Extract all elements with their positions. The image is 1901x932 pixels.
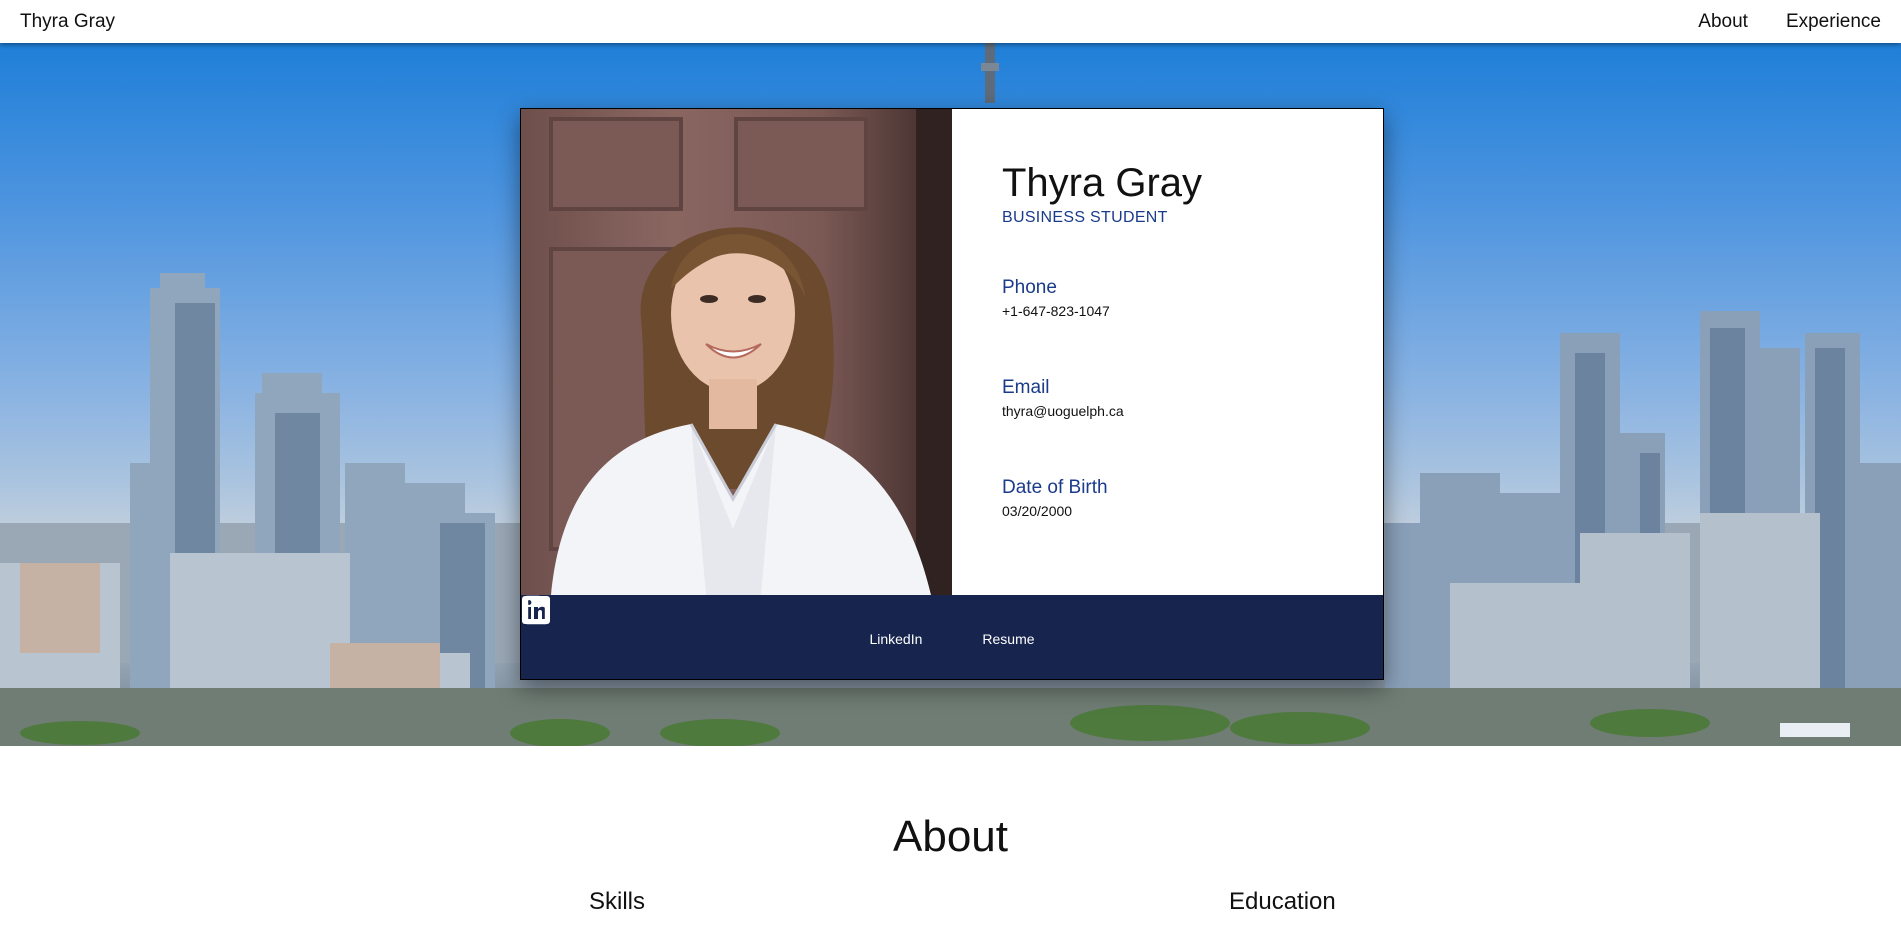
nav-link-about[interactable]: About xyxy=(1698,11,1748,33)
dob-label: Date of Birth xyxy=(1002,477,1108,498)
profile-card: Thyra Gray BUSINESS STUDENT Phone +1-647… xyxy=(520,108,1384,680)
email-label: Email xyxy=(1002,377,1050,398)
resume-link[interactable]: Resume xyxy=(525,595,1035,647)
linkedin-link[interactable]: LinkedIn xyxy=(522,596,923,647)
hero-banner: Thyra Gray BUSINESS STUDENT Phone +1-647… xyxy=(0,43,1901,746)
document-icon xyxy=(525,595,548,625)
resume-label: Resume xyxy=(982,631,1035,647)
about-heading: About xyxy=(893,812,1008,861)
profile-info: Thyra Gray BUSINESS STUDENT Phone +1-647… xyxy=(1002,161,1362,519)
profile-role: BUSINESS STUDENT xyxy=(1002,209,1168,226)
card-footer: LinkedIn Resume xyxy=(521,595,1383,679)
brand-link[interactable]: Thyra Gray xyxy=(20,11,115,33)
phone-value: +1-647-823-1047 xyxy=(1002,303,1110,319)
skills-heading: Skills xyxy=(589,888,646,915)
email-value: thyra@uoguelph.ca xyxy=(1002,403,1124,419)
dob-value: 03/20/2000 xyxy=(1002,503,1073,519)
portrait-image xyxy=(549,109,952,595)
phone-label: Phone xyxy=(1002,277,1057,298)
nav-links: About Experience xyxy=(1698,11,1881,33)
email-field: Email thyra@uoguelph.ca xyxy=(1002,377,1362,419)
profile-name: Thyra Gray xyxy=(1002,161,1203,205)
profile-photo xyxy=(521,109,952,595)
nav-link-experience[interactable]: Experience xyxy=(1786,11,1881,33)
linkedin-label: LinkedIn xyxy=(869,631,923,647)
dob-field: Date of Birth 03/20/2000 xyxy=(1002,477,1362,519)
top-navbar: Thyra Gray About Experience xyxy=(0,0,1901,43)
education-heading: Education xyxy=(1229,888,1336,915)
phone-field: Phone +1-647-823-1047 xyxy=(1002,277,1362,319)
